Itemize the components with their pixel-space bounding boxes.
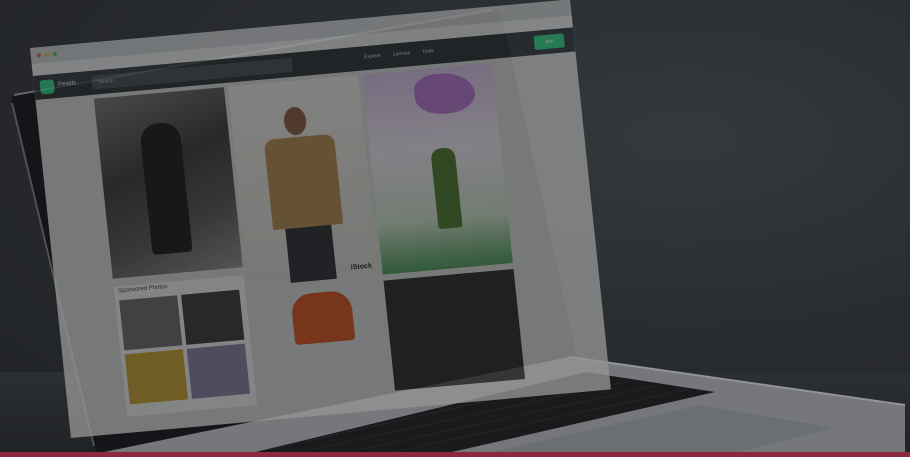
bottom-accent-strip <box>0 452 910 457</box>
dim-overlay <box>0 0 910 457</box>
photo-scene: Pexels Search Explore License Tools Join… <box>0 0 910 457</box>
